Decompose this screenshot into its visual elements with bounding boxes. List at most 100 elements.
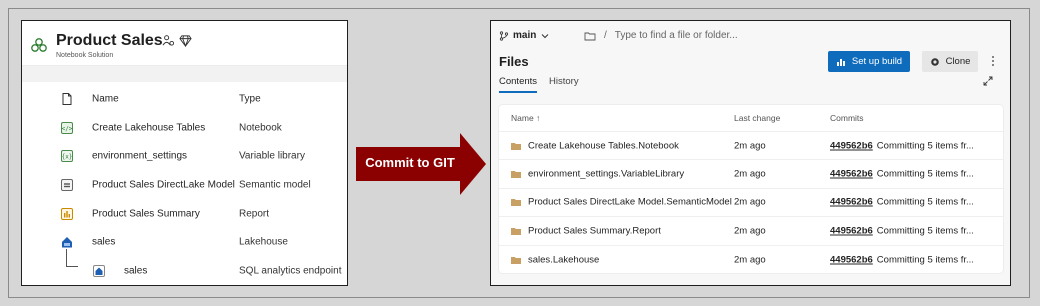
file-row[interactable]: environment_settings.VariableLibrary 2m …	[499, 160, 1003, 189]
page-title: Files	[499, 54, 529, 69]
item-type: SQL analytics endpoint	[239, 265, 342, 277]
file-name[interactable]: Product Sales Summary.Report	[528, 225, 661, 236]
sql-endpoint-icon	[93, 264, 105, 277]
file-commit: 449562b6 Committing 5 items fr...	[830, 140, 974, 151]
tab-contents[interactable]: Contents	[499, 76, 538, 93]
column-header-commits[interactable]: Commits	[830, 113, 864, 123]
expand-icon[interactable]	[983, 76, 993, 86]
column-header-type[interactable]: Type	[239, 94, 261, 105]
path-search-input[interactable]: Type to find a file or folder...	[615, 30, 738, 41]
item-name[interactable]: Product Sales Summary	[92, 208, 200, 219]
file-last-change: 2m ago	[734, 254, 766, 266]
workspace-items-table: Name Type </> Create Lakehouse Tables No…	[22, 85, 347, 285]
file-commit: 449562b6 Committing 5 items fr...	[830, 197, 974, 208]
commit-hash-link[interactable]: 449562b6	[830, 197, 873, 208]
variable-library-icon: {x}	[61, 150, 73, 163]
item-name[interactable]: Product Sales DirectLake Model	[92, 180, 235, 191]
item-name[interactable]: Create Lakehouse Tables	[92, 122, 205, 133]
file-commit: 449562b6 Committing 5 items fr...	[830, 169, 974, 180]
workspace-title: Product Sales	[56, 32, 163, 49]
report-icon	[61, 207, 73, 220]
commit-message: Committing 5 items fr...	[876, 254, 974, 266]
notebook-icon: </>	[61, 121, 73, 134]
file-name[interactable]: Create Lakehouse Tables.Notebook	[528, 140, 679, 151]
files-table: Name ↑ Last change Commits Create Lakeho…	[499, 105, 1003, 273]
workspace-header: Product Sales Notebook Solution	[22, 21, 347, 67]
set-up-build-button[interactable]: Set up build	[828, 51, 910, 72]
folder-icon	[511, 199, 521, 207]
file-last-change: 2m ago	[734, 140, 766, 152]
commit-message: Committing 5 items fr...	[876, 225, 974, 237]
workspace-panel: Product Sales Notebook Solution Name Typ…	[21, 20, 348, 286]
branch-selector[interactable]: main	[499, 30, 550, 41]
commit-hash-link[interactable]: 449562b6	[830, 140, 873, 151]
commit-message: Committing 5 items fr...	[876, 140, 974, 152]
diamond-icon[interactable]	[179, 34, 192, 47]
workspace-item-row[interactable]: </> Create Lakehouse Tables Notebook	[22, 114, 347, 143]
workspace-item-row[interactable]: Product Sales Summary Report	[22, 199, 347, 228]
file-name[interactable]: sales.Lakehouse	[528, 254, 599, 265]
file-name[interactable]: environment_settings.VariableLibrary	[528, 169, 684, 180]
folder-icon	[511, 256, 521, 264]
item-type: Report	[239, 208, 270, 220]
file-row[interactable]: sales.Lakehouse 2m ago 449562b6 Committin…	[499, 246, 1003, 274]
folder-icon	[511, 142, 521, 150]
chevron-down-icon	[541, 33, 549, 38]
file-type-icon	[62, 93, 72, 106]
table-header-row: Name Type	[22, 85, 347, 114]
item-name[interactable]: sales	[124, 265, 147, 276]
path-separator: /	[604, 30, 607, 41]
tab-history[interactable]: History	[549, 76, 579, 93]
clone-label: Clone	[945, 56, 971, 67]
item-name[interactable]: environment_settings	[92, 151, 187, 162]
file-commit: 449562b6 Committing 5 items fr...	[830, 225, 974, 236]
solution-logo-icon	[31, 38, 47, 52]
git-repo-panel: main / Type to find a file or folder... …	[490, 20, 1011, 286]
set-up-build-label: Set up build	[851, 56, 903, 67]
file-row[interactable]: Product Sales Summary.Report 2m ago 4495…	[499, 217, 1003, 246]
repo-tabs: Contents History	[499, 76, 579, 93]
commit-message: Committing 5 items fr...	[876, 196, 974, 208]
file-name[interactable]: Product Sales DirectLake Model.SemanticM…	[528, 197, 732, 208]
item-type: Lakehouse	[239, 236, 288, 248]
file-row[interactable]: Create Lakehouse Tables.Notebook 2m ago …	[499, 132, 1003, 161]
commit-hash-link[interactable]: 449562b6	[830, 254, 873, 265]
branch-icon	[499, 30, 509, 41]
svg-text:{x}: {x}	[62, 154, 73, 161]
commit-hash-link[interactable]: 449562b6	[830, 169, 873, 180]
file-commit: 449562b6 Committing 5 items fr...	[830, 254, 974, 265]
file-last-change: 2m ago	[734, 196, 766, 208]
tree-connector	[66, 248, 78, 267]
item-type: Variable library	[239, 150, 305, 162]
column-header-last-change[interactable]: Last change	[734, 113, 780, 123]
branch-name: main	[513, 30, 537, 41]
semantic-model-icon	[61, 179, 73, 192]
workspace-item-row[interactable]: Product Sales DirectLake Model Semantic …	[22, 171, 347, 200]
workspace-item-row[interactable]: sales SQL analytics endpoint	[22, 248, 347, 286]
file-last-change: 2m ago	[734, 225, 766, 237]
file-last-change: 2m ago	[734, 168, 766, 180]
build-icon	[836, 58, 845, 66]
clone-button[interactable]: Clone	[922, 51, 978, 72]
toolbar-band	[22, 65, 347, 82]
people-settings-icon[interactable]	[162, 34, 175, 47]
commit-hash-link[interactable]: 449562b6	[830, 225, 873, 236]
column-header-name[interactable]: Name	[92, 94, 119, 105]
column-header-name[interactable]: Name ↑	[511, 113, 540, 123]
lakehouse-icon	[62, 237, 72, 248]
commit-message: Committing 5 items fr...	[876, 168, 974, 180]
folder-icon	[511, 171, 521, 179]
item-name[interactable]: sales	[92, 237, 115, 248]
svg-text:</>: </>	[62, 125, 73, 132]
folder-icon	[511, 227, 521, 235]
clone-icon	[930, 57, 939, 66]
more-options-icon[interactable]	[991, 55, 995, 67]
path-search[interactable]: / Type to find a file or folder...	[584, 30, 738, 41]
files-header-row: Name ↑ Last change Commits	[499, 105, 1003, 132]
workspace-subtitle: Notebook Solution	[56, 52, 114, 59]
folder-outline-icon	[584, 32, 596, 40]
commit-arrow-label: Commit to GIT	[365, 155, 455, 170]
file-row[interactable]: Product Sales DirectLake Model.SemanticM…	[499, 189, 1003, 218]
item-type: Semantic model	[239, 179, 311, 191]
workspace-item-row[interactable]: {x} environment_settings Variable librar…	[22, 142, 347, 171]
